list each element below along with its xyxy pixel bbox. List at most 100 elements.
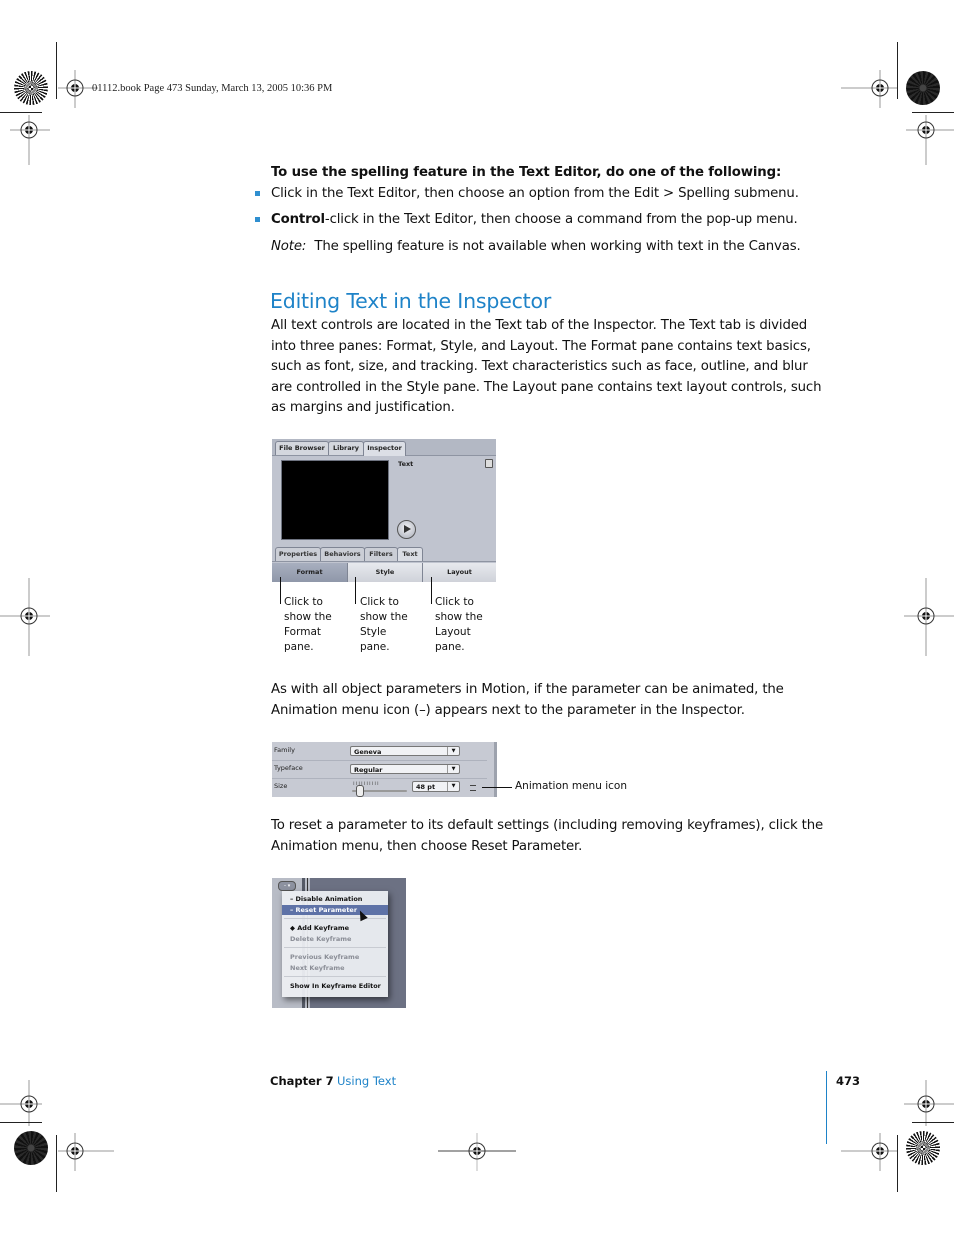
size-value: 48 pt (416, 783, 436, 791)
menu-item-label: Show In Keyframe Editor (290, 982, 381, 990)
procedure-intro: To use the spelling feature in the Text … (271, 165, 782, 180)
animation-menu-screenshot: – ▾ – Disable Animation – Reset Paramete… (272, 878, 406, 1008)
menu-item-label: Disable Animation (295, 895, 363, 903)
inspector-screenshot: File Browser Library Inspector Text Prop… (272, 439, 496, 582)
parameters-screenshot: Family Geneva ▼ Typeface Regular ▼ Size ıı… (272, 742, 497, 797)
menu-separator (284, 918, 386, 919)
paragraph: As with all object parameters in Motion,… (271, 682, 784, 718)
menu-item-previous-keyframe: Previous Keyframe (282, 952, 388, 962)
crop-mark (897, 42, 898, 99)
registration-mark-icon (58, 1133, 114, 1171)
menu-item-label: Delete Keyframe (290, 935, 352, 943)
menu-separator (284, 976, 386, 977)
paragraph: All text controls are located in the Tex… (271, 318, 822, 415)
callout-format: Click to show the Format pane. (284, 596, 332, 653)
bullet-item: Click in the Text Editor, then choose an… (255, 184, 815, 205)
dash-icon: – (290, 895, 294, 903)
object-name-label: Text (398, 460, 414, 468)
menu-item-delete-keyframe: Delete Keyframe (282, 934, 388, 944)
menu-item-show-in-keyframe-editor[interactable]: Show In Keyframe Editor (282, 981, 388, 991)
section-heading: Editing Text in the Inspector (270, 289, 552, 313)
tab-filters[interactable]: Filters (364, 547, 398, 561)
page-number: 473 (836, 1074, 861, 1088)
print-slug: 01112.book Page 473 Sunday, March 13, 20… (92, 83, 333, 94)
param-row-size: Size ıııııııııı 48 pt ▼ (272, 779, 487, 797)
typeface-popup[interactable]: Regular ▼ (350, 764, 460, 774)
callout-line (280, 577, 281, 604)
bullet-bold-key: Control (271, 212, 325, 227)
note: Note: The spelling feature is not availa… (271, 237, 801, 258)
callout-line (431, 577, 432, 604)
menu-item-next-keyframe: Next Keyframe (282, 963, 388, 973)
pane-layout-button[interactable]: Layout (423, 563, 496, 582)
pane-format-button[interactable]: Format (272, 563, 348, 582)
registration-mark-icon (841, 70, 897, 108)
bullet-icon (255, 217, 260, 222)
param-row-family: Family Geneva ▼ (272, 743, 487, 761)
footer-divider (826, 1071, 827, 1144)
note-text: The spelling feature is not available wh… (314, 239, 801, 254)
family-popup[interactable]: Geneva ▼ (350, 746, 460, 756)
menu-item-label: Previous Keyframe (290, 953, 360, 961)
animation-menu-callout: Animation menu icon (515, 780, 627, 792)
chevron-down-icon: ▼ (447, 747, 459, 755)
registration-mark-icon (0, 578, 50, 656)
paragraph: To reset a parameter to its default sett… (271, 818, 824, 854)
menu-item-label: Add Keyframe (297, 924, 350, 932)
param-label: Typeface (274, 764, 303, 772)
callout-line (482, 787, 512, 788)
crop-mark (56, 1135, 57, 1192)
tab-library[interactable]: Library (328, 441, 364, 455)
registration-starburst-icon (14, 1131, 48, 1165)
crop-mark (912, 112, 954, 113)
size-slider-thumb[interactable] (356, 785, 364, 797)
pane-style-button[interactable]: Style (348, 563, 423, 582)
family-value: Geneva (354, 748, 382, 756)
footer-chapter-title: Using Text (337, 1074, 397, 1088)
callout-style: Click to show the Style pane. (360, 596, 408, 653)
menu-item-disable-animation[interactable]: – Disable Animation (282, 894, 388, 904)
bullet-item: Control-click in the Text Editor, then c… (255, 210, 815, 231)
chevron-down-icon: ▼ (447, 782, 459, 791)
menu-item-label: Next Keyframe (290, 964, 345, 972)
footer-chapter: Chapter 7 (270, 1074, 334, 1088)
note-label: Note: (271, 239, 307, 254)
animation-menu: – Disable Animation – Reset Parameter ◆ … (282, 891, 388, 997)
tab-behaviors[interactable]: Behaviors (320, 547, 365, 561)
registration-starburst-icon (906, 71, 940, 105)
bullet-text: Click in the Text Editor, then choose an… (271, 186, 799, 201)
menu-item-reset-parameter[interactable]: – Reset Parameter (282, 905, 388, 915)
animation-menu-icon[interactable] (470, 785, 476, 791)
play-button-icon[interactable] (397, 520, 416, 539)
tab-text[interactable]: Text (397, 547, 423, 561)
crop-mark (0, 112, 42, 113)
tab-file-browser[interactable]: File Browser (275, 441, 329, 455)
registration-mark-icon (0, 1080, 42, 1126)
menu-item-add-keyframe[interactable]: ◆ Add Keyframe (282, 923, 388, 933)
size-value-field[interactable]: 48 pt ▼ (412, 781, 460, 792)
registration-mark-icon (906, 115, 954, 165)
callout-line (355, 577, 356, 604)
registration-mark-icon (438, 1133, 516, 1171)
callout-layout: Click to show the Layout pane. (435, 596, 483, 653)
dash-icon: – (290, 906, 294, 914)
inspector-sub-tabs: Properties Behaviors Filters Text (272, 546, 496, 562)
crop-mark (912, 1122, 954, 1123)
param-row-typeface: Typeface Regular ▼ (272, 761, 487, 779)
animation-menu-button[interactable]: – ▾ (278, 881, 296, 891)
registration-starburst-icon (14, 71, 48, 105)
preview-thumbnail (281, 460, 389, 540)
menu-separator (284, 947, 386, 948)
crop-mark (897, 1135, 898, 1192)
tab-properties[interactable]: Properties (275, 547, 321, 561)
registration-starburst-icon (906, 1131, 940, 1165)
menu-item-label: Reset Parameter (295, 906, 358, 914)
param-label: Size (274, 782, 288, 790)
top-tab-bar: File Browser Library Inspector (272, 439, 496, 456)
lock-icon[interactable] (485, 459, 493, 468)
pane-selector: Format Style Layout (272, 563, 496, 582)
registration-mark-icon (904, 1080, 954, 1126)
registration-mark-icon (10, 115, 50, 165)
tab-inspector[interactable]: Inspector (363, 441, 406, 456)
chevron-down-icon: ▼ (447, 765, 459, 773)
